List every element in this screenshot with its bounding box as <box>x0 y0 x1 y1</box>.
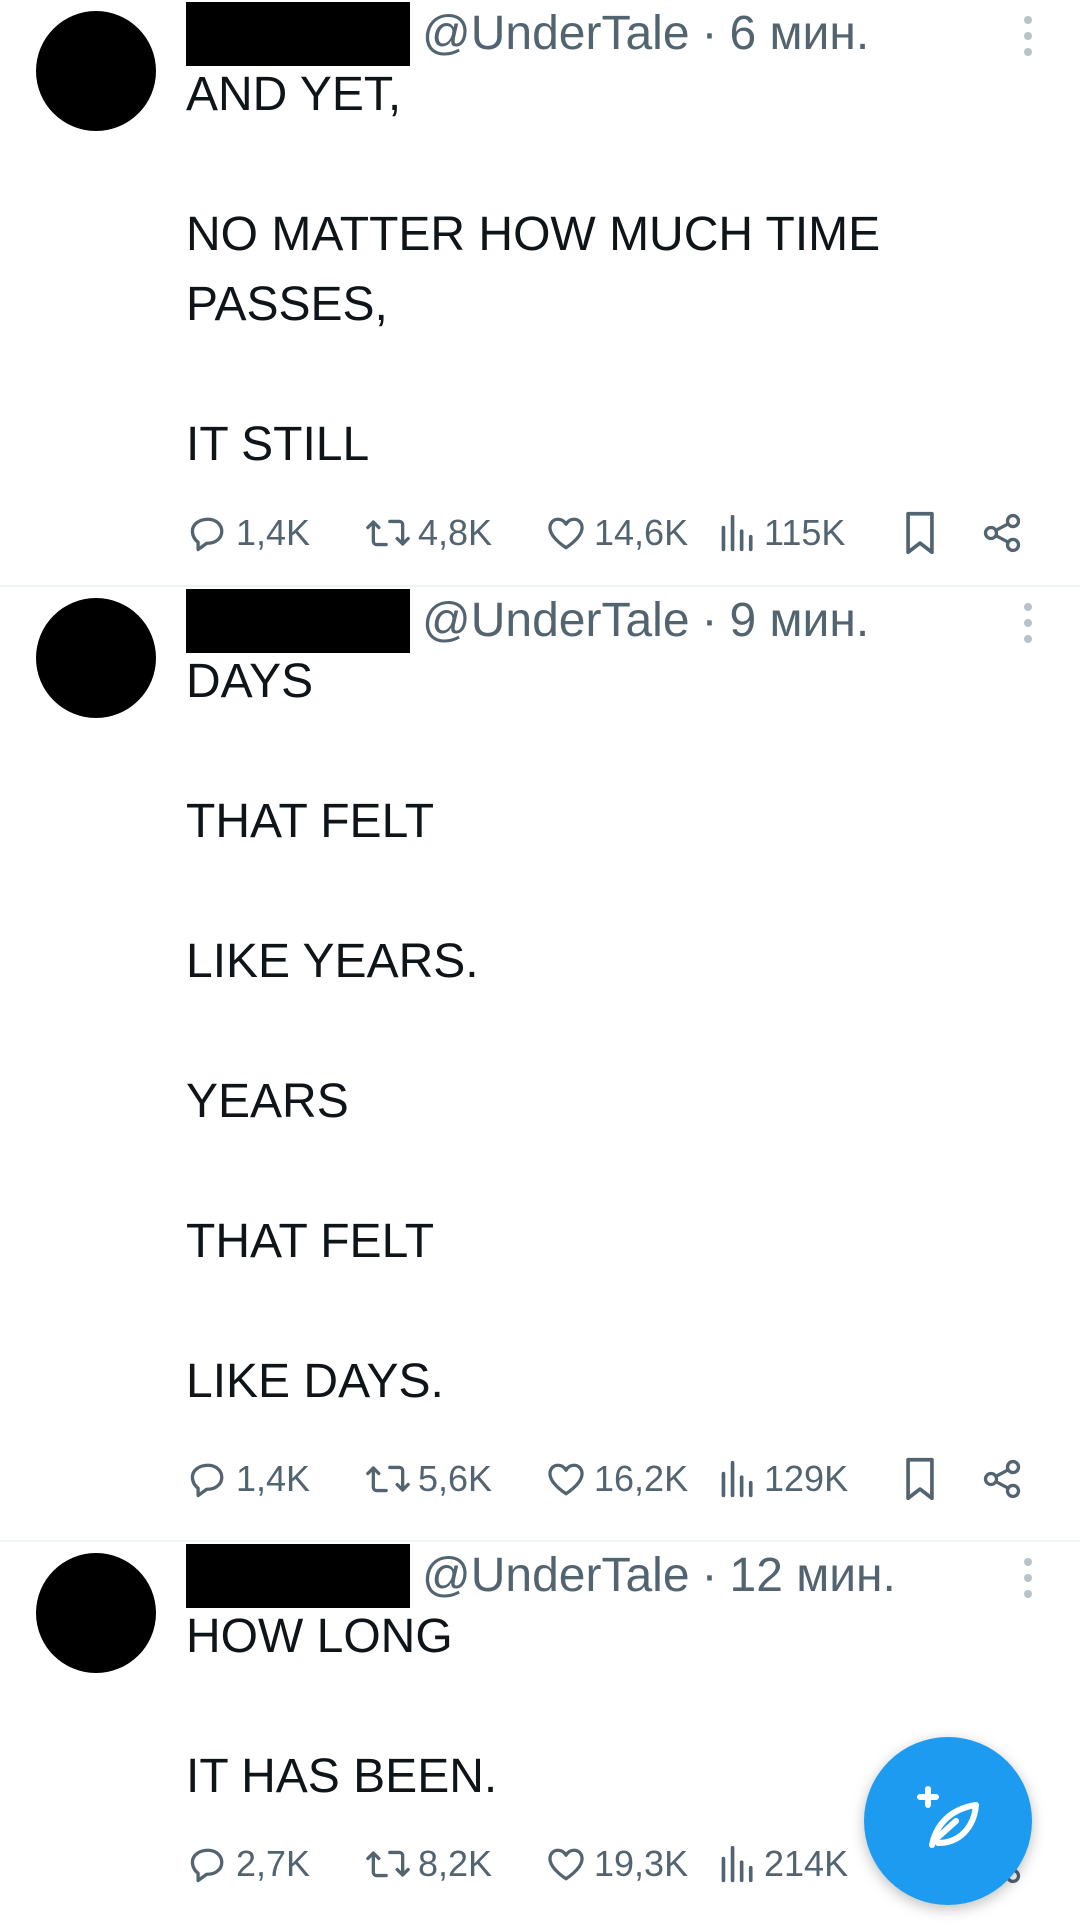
tweet-header: @UnderTale · 9 мин. <box>186 589 1040 653</box>
avatar[interactable] <box>36 1553 156 1673</box>
tweet-timestamp[interactable]: 9 мин. <box>730 589 870 653</box>
user-handle[interactable]: @UnderTale <box>422 589 690 653</box>
retweet-button[interactable]: 5,6K <box>364 1457 492 1501</box>
tweet-header: @UnderTale · 6 мин. <box>186 2 1040 66</box>
like-count: 16,2K <box>594 1458 689 1499</box>
heart-icon <box>548 1848 584 1881</box>
avatar[interactable] <box>36 598 156 718</box>
retweet-count: 8,2K <box>418 1843 493 1884</box>
reply-icon <box>190 1848 224 1883</box>
heart-icon <box>548 517 584 550</box>
share-icon <box>983 1459 1021 1499</box>
redacted-display-name <box>186 589 410 653</box>
tweet-text: DAYS THAT FELT LIKE YEARS. YEARS THAT FE… <box>186 655 479 1408</box>
reply-icon <box>190 1463 224 1498</box>
tweet[interactable]: @UnderTale · 9 мин. DAYS THAT FELT LIKE … <box>0 587 1080 1542</box>
user-handle[interactable]: @UnderTale <box>422 2 690 66</box>
retweet-count: 4,8K <box>418 512 493 553</box>
redacted-display-name <box>186 1544 410 1608</box>
more-icon[interactable] <box>1022 16 1034 56</box>
share-button[interactable] <box>980 1457 1024 1501</box>
tweet-actions: 1,4K 4,8K 14,6K 115K <box>186 503 1021 563</box>
compose-icon <box>917 1786 979 1848</box>
reply-count: 1,4K <box>236 512 311 553</box>
views-count: 214K <box>764 1843 849 1884</box>
tweet-text: AND YET, NO MATTER HOW MUCH TIME PASSES,… <box>186 68 881 471</box>
views-button[interactable]: 115K <box>718 511 845 555</box>
user-handle[interactable]: @UnderTale <box>422 1544 690 1608</box>
retweet-icon <box>366 1465 410 1493</box>
views-icon <box>721 1460 753 1498</box>
retweet-icon <box>366 519 410 547</box>
retweet-icon <box>366 1850 410 1878</box>
more-icon[interactable] <box>1022 603 1034 643</box>
share-button[interactable] <box>980 511 1024 555</box>
like-count: 19,3K <box>594 1843 689 1884</box>
tweet-timestamp[interactable]: 6 мин. <box>730 2 870 66</box>
reply-button[interactable]: 2,7K <box>186 1842 310 1886</box>
reply-count: 2,7K <box>236 1843 311 1884</box>
reply-button[interactable]: 1,4K <box>186 511 310 555</box>
views-count: 129K <box>764 1458 849 1499</box>
compose-button[interactable] <box>864 1737 1032 1905</box>
share-icon <box>983 513 1021 553</box>
bookmark-icon <box>906 511 934 555</box>
views-icon <box>721 1845 753 1883</box>
heart-icon <box>548 1463 584 1496</box>
views-button[interactable]: 129K <box>718 1457 848 1501</box>
redacted-display-name <box>186 2 410 66</box>
header-separator: · <box>701 594 718 647</box>
like-button[interactable]: 16,2K <box>544 1457 688 1501</box>
views-count: 115K <box>764 512 846 553</box>
bookmark-icon <box>906 1457 934 1501</box>
header-separator: · <box>701 7 718 60</box>
tweet[interactable]: @UnderTale · 6 мин. AND YET, NO MATTER H… <box>0 0 1080 587</box>
header-separator: · <box>701 1549 718 1602</box>
tweet-actions: 1,4K 5,6K 16,2K 129K <box>186 1449 1021 1509</box>
views-button[interactable]: 214K <box>718 1842 848 1886</box>
bookmark-button[interactable] <box>898 1455 942 1503</box>
reply-icon <box>190 517 224 552</box>
timeline-feed: @UnderTale · 6 мин. AND YET, NO MATTER H… <box>0 0 1080 1927</box>
bookmark-button[interactable] <box>898 509 942 557</box>
tweet-timestamp[interactable]: 12 мин. <box>730 1544 896 1608</box>
reply-count: 1,4K <box>236 1458 311 1499</box>
retweet-count: 5,6K <box>418 1458 493 1499</box>
retweet-button[interactable]: 8,2K <box>364 1842 492 1886</box>
reply-button[interactable]: 1,4K <box>186 1457 310 1501</box>
like-button[interactable]: 19,3K <box>544 1842 688 1886</box>
tweet-header: @UnderTale · 12 мин. <box>186 1544 1040 1608</box>
more-icon[interactable] <box>1022 1558 1034 1598</box>
retweet-button[interactable]: 4,8K <box>364 511 492 555</box>
views-icon <box>721 514 753 552</box>
like-count: 14,6K <box>594 512 689 553</box>
like-button[interactable]: 14,6K <box>544 511 688 555</box>
avatar[interactable] <box>36 11 156 131</box>
